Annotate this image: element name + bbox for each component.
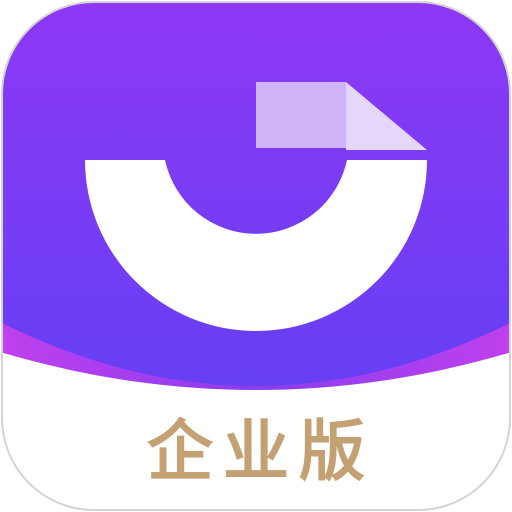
app-icon[interactable]: 企业版 — [0, 0, 512, 512]
icon-background — [2, 2, 510, 405]
document-tile — [256, 82, 346, 148]
edition-label: 企业版 — [147, 413, 375, 490]
